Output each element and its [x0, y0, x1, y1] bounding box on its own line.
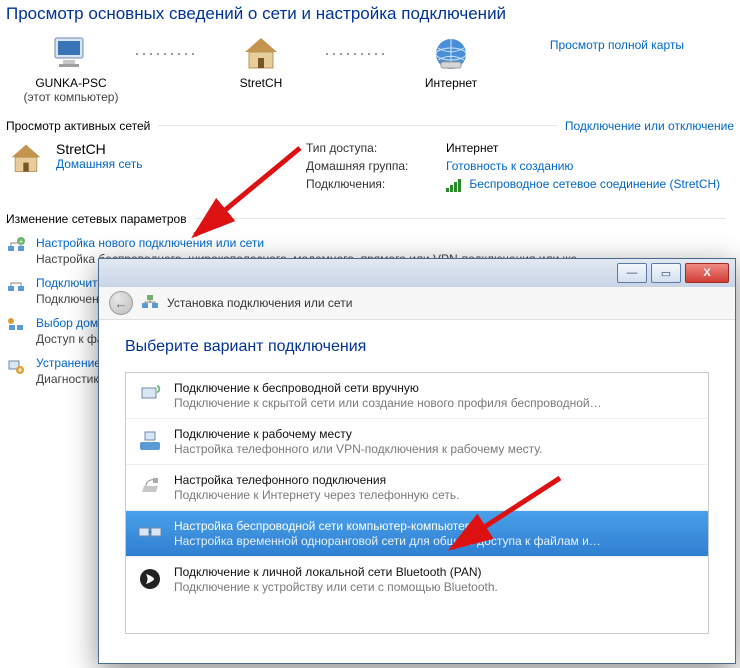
close-button[interactable]: X [685, 263, 729, 283]
view-full-map-link[interactable]: Просмотр полной карты [550, 38, 684, 52]
param-icon [6, 276, 26, 299]
connection-option[interactable]: Настройка беспроводной сети компьютер-ко… [126, 511, 708, 557]
connection-option[interactable]: Подключение к беспроводной сети вручнуюП… [126, 373, 708, 419]
option-desc: Подключение к устройству или сети с помо… [174, 580, 498, 594]
option-title: Подключение к беспроводной сети вручную [174, 381, 604, 395]
router-name: StretCH [240, 76, 283, 90]
option-desc: Подключение к скрытой сети или создание … [174, 396, 604, 410]
param-icon [6, 356, 26, 379]
option-icon [136, 381, 164, 409]
option-title: Подключение к личной локальной сети Blue… [174, 565, 498, 579]
map-link-2 [326, 34, 386, 74]
param-icon: + [6, 236, 26, 259]
network-small-icon [141, 293, 159, 314]
option-icon [136, 565, 164, 593]
option-title: Настройка беспроводной сети компьютер-ко… [174, 519, 604, 533]
connection-option[interactable]: Подключение к личной локальной сети Blue… [126, 557, 708, 602]
internet-label: Интернет [425, 76, 477, 90]
map-link-1 [136, 34, 196, 74]
option-icon [136, 519, 164, 547]
connection-option[interactable]: Подключение к рабочему местуНастройка те… [126, 419, 708, 465]
connections-label: Подключения: [306, 177, 436, 191]
option-desc: Подключение к Интернету через телефонную… [174, 488, 460, 502]
home-icon [239, 34, 283, 74]
window-titlebar: — ▭ X [99, 259, 735, 287]
home-icon [6, 141, 46, 177]
map-node-pc: GUNKA-PSC(этот компьютер) [6, 34, 136, 105]
homegroup-label: Домашняя группа: [306, 159, 436, 173]
access-label: Тип доступа: [306, 141, 436, 155]
pc-icon [49, 34, 93, 74]
pc-name: GUNKA-PSC [35, 76, 106, 90]
option-desc: Настройка телефонного или VPN-подключени… [174, 442, 542, 456]
params-section-label: Изменение сетевых параметров [6, 212, 187, 226]
minimize-button[interactable]: — [617, 263, 647, 283]
option-desc: Настройка временной одноранговой сети дл… [174, 534, 604, 548]
network-map: GUNKA-PSC(этот компьютер) StretCH Интерн… [0, 34, 740, 105]
maximize-button[interactable]: ▭ [651, 263, 681, 283]
active-section-label: Просмотр активных сетей [6, 119, 150, 133]
connect-toggle-link[interactable]: Подключение или отключение [565, 119, 734, 133]
pc-sub: (этот компьютер) [24, 90, 119, 104]
option-title: Настройка телефонного подключения [174, 473, 460, 487]
active-network-block: StretCH Домашняя сеть [6, 141, 306, 192]
network-info-grid: Тип доступа: Интернет Домашняя группа: Г… [306, 141, 720, 192]
back-button[interactable]: ← [109, 291, 133, 315]
option-scroll[interactable]: Подключение к беспроводной сети вручнуюП… [126, 373, 708, 633]
homegroup-link[interactable]: Готовность к созданию [446, 159, 720, 173]
option-title: Подключение к рабочему месту [174, 427, 542, 441]
divider [158, 125, 557, 126]
map-node-router: StretCH [196, 34, 326, 90]
param-icon [6, 316, 26, 339]
access-value: Интернет [446, 141, 720, 155]
wizard-title: Выберите вариант подключения [125, 338, 709, 356]
wizard-header: ← Установка подключения или сети [99, 287, 735, 320]
page-title: Просмотр основных сведений о сети и наст… [6, 4, 740, 24]
connection-option[interactable]: Настройка телефонного подключенияПодключ… [126, 465, 708, 511]
option-icon [136, 473, 164, 501]
wizard-header-text: Установка подключения или сети [167, 296, 352, 310]
divider [195, 218, 726, 219]
wifi-signal-icon [446, 178, 462, 192]
svg-text:+: + [19, 239, 23, 246]
option-list: Подключение к беспроводной сети вручнуюП… [125, 372, 709, 634]
network-type-link[interactable]: Домашняя сеть [56, 157, 142, 171]
globe-icon [429, 34, 473, 74]
param-title[interactable]: Настройка нового подключения или сети [36, 236, 593, 250]
active-network-name: StretCH [56, 141, 142, 157]
connection-link[interactable]: Беспроводное сетевое соединение (StretCH… [469, 177, 720, 191]
option-icon [136, 427, 164, 455]
wizard-window: — ▭ X ← Установка подключения или сети В… [98, 258, 736, 664]
map-node-internet: Интернет [386, 34, 516, 90]
